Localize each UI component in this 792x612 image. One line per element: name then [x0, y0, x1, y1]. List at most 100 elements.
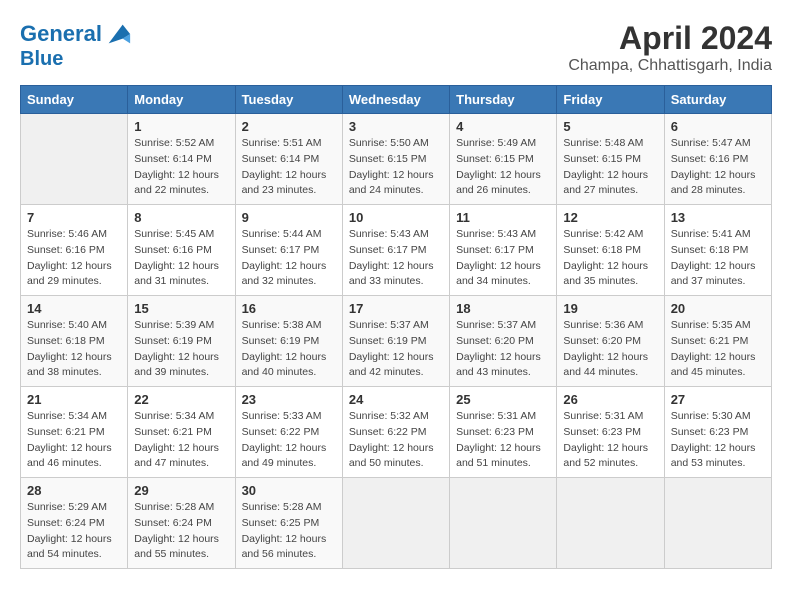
calendar-cell: 16 Sunrise: 5:38 AM Sunset: 6:19 PM Dayli… [235, 296, 342, 387]
day-info: Sunrise: 5:36 AM Sunset: 6:20 PM Dayligh… [563, 318, 657, 381]
logo-text2: Blue [20, 48, 132, 70]
calendar-table: SundayMondayTuesdayWednesdayThursdayFrid… [20, 85, 772, 569]
calendar-cell: 13Sunrise: 5:41 AM Sunset: 6:18 PM Dayli… [664, 205, 771, 296]
day-info: Sunrise: 5:34 AM Sunset: 6:21 PM Dayligh… [134, 409, 228, 472]
day-info: Sunrise: 5:29 AM Sunset: 6:24 PM Dayligh… [27, 500, 121, 563]
day-number: 4 [456, 119, 550, 134]
day-number: 23 [242, 392, 336, 407]
day-info: Sunrise: 5:50 AM Sunset: 6:15 PM Dayligh… [349, 136, 443, 199]
day-info: Sunrise: 5:28 AM Sunset: 6:24 PM Dayligh… [134, 500, 228, 563]
calendar-cell: 22 Sunrise: 5:34 AM Sunset: 6:21 PM Dayli… [128, 387, 235, 478]
calendar-cell [450, 478, 557, 569]
day-number: 3 [349, 119, 443, 134]
weekday-header-saturday: Saturday [664, 86, 771, 114]
calendar-cell: 14 Sunrise: 5:40 AM Sunset: 6:18 PM Dayli… [21, 296, 128, 387]
day-info: Sunrise: 5:46 AM Sunset: 6:16 PM Dayligh… [27, 227, 121, 290]
calendar-cell [664, 478, 771, 569]
week-row-4: 21 Sunrise: 5:34 AM Sunset: 6:21 PM Dayli… [21, 387, 772, 478]
week-row-3: 14 Sunrise: 5:40 AM Sunset: 6:18 PM Dayli… [21, 296, 772, 387]
calendar-cell: 30 Sunrise: 5:28 AM Sunset: 6:25 PM Dayli… [235, 478, 342, 569]
day-number: 14 [27, 301, 121, 316]
day-info: Sunrise: 5:52 AM Sunset: 6:14 PM Dayligh… [134, 136, 228, 199]
calendar-cell: 27 Sunrise: 5:30 AM Sunset: 6:23 PM Dayli… [664, 387, 771, 478]
day-number: 9 [242, 210, 336, 225]
calendar-cell [342, 478, 449, 569]
day-info: Sunrise: 5:37 AM Sunset: 6:20 PM Dayligh… [456, 318, 550, 381]
day-number: 26 [563, 392, 657, 407]
day-info: Sunrise: 5:31 AM Sunset: 6:23 PM Dayligh… [456, 409, 550, 472]
day-info: Sunrise: 5:41 AM Sunset: 6:18 PM Dayligh… [671, 227, 765, 290]
calendar-cell: 4 Sunrise: 5:49 AM Sunset: 6:15 PM Daylig… [450, 114, 557, 205]
day-number: 5 [563, 119, 657, 134]
day-number: 20 [671, 301, 765, 316]
day-number: 19 [563, 301, 657, 316]
day-number: 12 [563, 210, 657, 225]
day-number: 29 [134, 483, 228, 498]
calendar-cell: 20 Sunrise: 5:35 AM Sunset: 6:21 PM Dayli… [664, 296, 771, 387]
weekday-header-row: SundayMondayTuesdayWednesdayThursdayFrid… [21, 86, 772, 114]
calendar-cell: 18 Sunrise: 5:37 AM Sunset: 6:20 PM Dayli… [450, 296, 557, 387]
calendar-cell: 5 Sunrise: 5:48 AM Sunset: 6:15 PM Daylig… [557, 114, 664, 205]
calendar-cell: 29 Sunrise: 5:28 AM Sunset: 6:24 PM Dayli… [128, 478, 235, 569]
weekday-header-friday: Friday [557, 86, 664, 114]
day-info: Sunrise: 5:48 AM Sunset: 6:15 PM Dayligh… [563, 136, 657, 199]
day-number: 25 [456, 392, 550, 407]
day-number: 7 [27, 210, 121, 225]
day-number: 11 [456, 210, 550, 225]
calendar-cell: 1 Sunrise: 5:52 AM Sunset: 6:14 PM Daylig… [128, 114, 235, 205]
day-number: 2 [242, 119, 336, 134]
day-info: Sunrise: 5:42 AM Sunset: 6:18 PM Dayligh… [563, 227, 657, 290]
day-number: 21 [27, 392, 121, 407]
calendar-cell: 24Sunrise: 5:32 AM Sunset: 6:22 PM Dayli… [342, 387, 449, 478]
day-info: Sunrise: 5:49 AM Sunset: 6:15 PM Dayligh… [456, 136, 550, 199]
weekday-header-tuesday: Tuesday [235, 86, 342, 114]
day-number: 17 [349, 301, 443, 316]
day-info: Sunrise: 5:40 AM Sunset: 6:18 PM Dayligh… [27, 318, 121, 381]
day-info: Sunrise: 5:30 AM Sunset: 6:23 PM Dayligh… [671, 409, 765, 472]
day-info: Sunrise: 5:43 AM Sunset: 6:17 PM Dayligh… [456, 227, 550, 290]
calendar-cell: 25 Sunrise: 5:31 AM Sunset: 6:23 PM Dayli… [450, 387, 557, 478]
calendar-cell: 6Sunrise: 5:47 AM Sunset: 6:16 PM Daylig… [664, 114, 771, 205]
calendar-cell: 15Sunrise: 5:39 AM Sunset: 6:19 PM Dayli… [128, 296, 235, 387]
day-info: Sunrise: 5:38 AM Sunset: 6:19 PM Dayligh… [242, 318, 336, 381]
day-info: Sunrise: 5:47 AM Sunset: 6:16 PM Dayligh… [671, 136, 765, 199]
day-info: Sunrise: 5:51 AM Sunset: 6:14 PM Dayligh… [242, 136, 336, 199]
day-number: 16 [242, 301, 336, 316]
calendar-cell: 19 Sunrise: 5:36 AM Sunset: 6:20 PM Dayli… [557, 296, 664, 387]
calendar-cell: 23 Sunrise: 5:33 AM Sunset: 6:22 PM Dayli… [235, 387, 342, 478]
weekday-header-thursday: Thursday [450, 86, 557, 114]
day-info: Sunrise: 5:31 AM Sunset: 6:23 PM Dayligh… [563, 409, 657, 472]
calendar-cell: 10Sunrise: 5:43 AM Sunset: 6:17 PM Dayli… [342, 205, 449, 296]
day-number: 22 [134, 392, 228, 407]
calendar-cell: 11 Sunrise: 5:43 AM Sunset: 6:17 PM Dayli… [450, 205, 557, 296]
day-number: 27 [671, 392, 765, 407]
day-info: Sunrise: 5:37 AM Sunset: 6:19 PM Dayligh… [349, 318, 443, 381]
logo: General Blue [20, 20, 132, 70]
day-info: Sunrise: 5:34 AM Sunset: 6:21 PM Dayligh… [27, 409, 121, 472]
calendar-cell: 12 Sunrise: 5:42 AM Sunset: 6:18 PM Dayli… [557, 205, 664, 296]
week-row-2: 7 Sunrise: 5:46 AM Sunset: 6:16 PM Daylig… [21, 205, 772, 296]
day-number: 1 [134, 119, 228, 134]
calendar-cell: 21 Sunrise: 5:34 AM Sunset: 6:21 PM Dayli… [21, 387, 128, 478]
logo-icon [104, 20, 132, 48]
day-number: 8 [134, 210, 228, 225]
weekday-header-wednesday: Wednesday [342, 86, 449, 114]
day-info: Sunrise: 5:39 AM Sunset: 6:19 PM Dayligh… [134, 318, 228, 381]
weekday-header-monday: Monday [128, 86, 235, 114]
day-info: Sunrise: 5:44 AM Sunset: 6:17 PM Dayligh… [242, 227, 336, 290]
week-row-1: 1 Sunrise: 5:52 AM Sunset: 6:14 PM Daylig… [21, 114, 772, 205]
day-number: 30 [242, 483, 336, 498]
calendar-cell: 9 Sunrise: 5:44 AM Sunset: 6:17 PM Daylig… [235, 205, 342, 296]
day-info: Sunrise: 5:45 AM Sunset: 6:16 PM Dayligh… [134, 227, 228, 290]
title-block: April 2024 Champa, Chhattisgarh, India [568, 20, 772, 75]
day-info: Sunrise: 5:28 AM Sunset: 6:25 PM Dayligh… [242, 500, 336, 563]
month-title: April 2024 [568, 20, 772, 57]
location-subtitle: Champa, Chhattisgarh, India [568, 57, 772, 75]
day-number: 28 [27, 483, 121, 498]
day-info: Sunrise: 5:35 AM Sunset: 6:21 PM Dayligh… [671, 318, 765, 381]
calendar-cell: 7 Sunrise: 5:46 AM Sunset: 6:16 PM Daylig… [21, 205, 128, 296]
day-info: Sunrise: 5:33 AM Sunset: 6:22 PM Dayligh… [242, 409, 336, 472]
calendar-cell: 8 Sunrise: 5:45 AM Sunset: 6:16 PM Daylig… [128, 205, 235, 296]
day-number: 24 [349, 392, 443, 407]
day-number: 18 [456, 301, 550, 316]
